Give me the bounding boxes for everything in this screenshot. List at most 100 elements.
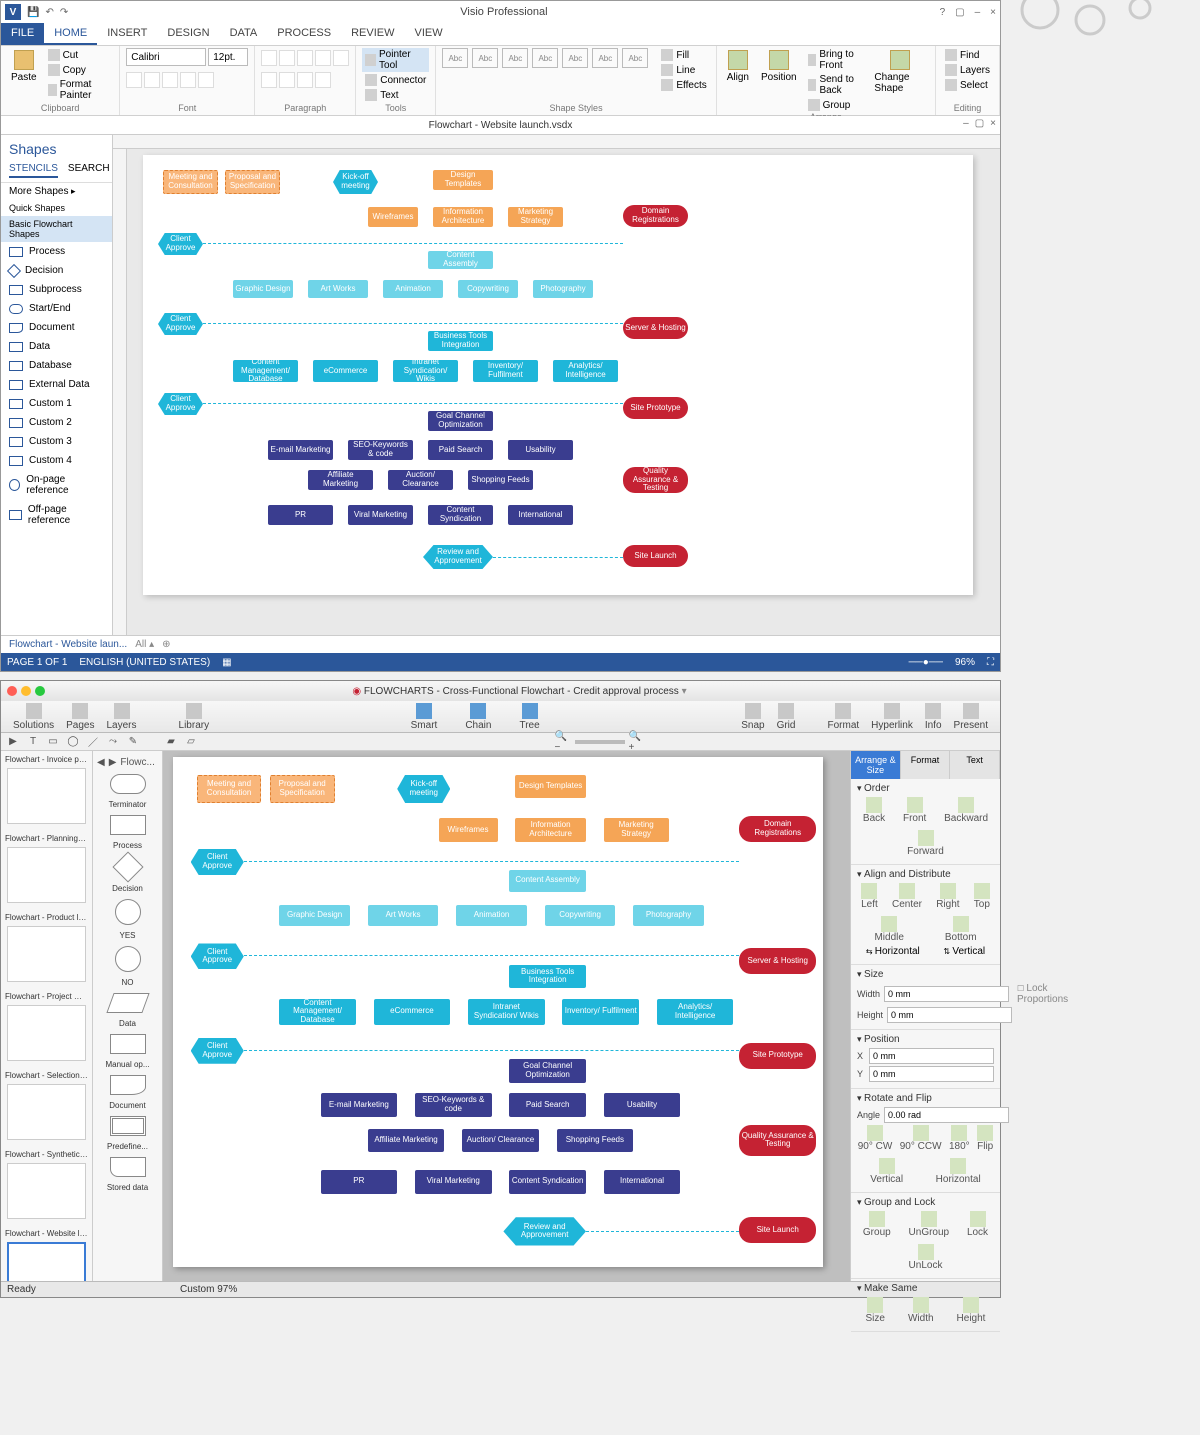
flow-node[interactable]: Photography [633,905,704,926]
same-height-button[interactable]: Height [957,1297,986,1324]
align-middle-button[interactable]: Middle [874,916,903,943]
macro-icon[interactable]: ▦ [222,657,231,668]
angle-input[interactable] [884,1107,1009,1123]
bold-button[interactable] [126,72,142,88]
inspector-tab-format[interactable]: Format [901,751,951,779]
flow-node[interactable]: Auction/ Clearance [388,470,453,490]
inspector-tab-arrange[interactable]: Arrange & Size [851,751,901,779]
flow-node[interactable]: Marketing Strategy [604,818,669,842]
font-color-button[interactable] [198,72,214,88]
flip-v-button[interactable]: Vertical [870,1158,903,1185]
italic-button[interactable] [144,72,160,88]
send-back-button[interactable]: Send to Back [805,73,867,97]
flow-node[interactable]: Design Templates [433,170,493,190]
shape-item[interactable]: On-page reference [1,470,112,500]
align-right-button[interactable] [297,50,313,66]
flow-node[interactable]: International [604,1170,681,1194]
flow-node[interactable]: PR [321,1170,398,1194]
doc-minimize-icon[interactable]: – [963,118,969,129]
align-middle-button[interactable] [333,50,349,66]
flow-node[interactable]: Client Approve [191,1038,244,1064]
flow-node[interactable]: Usability [604,1093,681,1117]
flow-node[interactable]: Intranet Syndication/ Wikis [468,999,545,1025]
flow-node[interactable]: Content Assembly [428,251,493,269]
zoom-out-button[interactable]: 🔍− [555,735,571,749]
flow-node[interactable]: Goal Channel Optimization [509,1059,586,1083]
search-tab[interactable]: SEARCH [68,163,110,178]
shape-item[interactable]: Custom 4 [1,451,112,470]
tab-file[interactable]: FILE [1,23,44,45]
library-shape[interactable] [110,1116,146,1136]
style-swatch[interactable]: Abc [622,48,648,68]
shape-item[interactable]: Custom 2 [1,413,112,432]
lib-back-icon[interactable]: ◀ [97,757,105,768]
ungroup-button[interactable]: UnGroup [909,1211,950,1238]
y-input[interactable] [869,1066,994,1082]
flow-node[interactable]: Affiliate Marketing [368,1129,445,1153]
flow-node[interactable]: Meeting and Consultation [197,775,262,803]
flow-node[interactable]: Goal Channel Optimization [428,411,493,431]
font-name-select[interactable] [126,48,206,66]
flow-node[interactable]: E-mail Marketing [321,1093,398,1117]
zoom-slider[interactable]: ──●── [909,657,943,668]
tab-design[interactable]: DESIGN [157,23,219,45]
font-size-select[interactable] [208,48,248,66]
flow-node[interactable]: eCommerce [313,360,378,382]
bullets-button[interactable] [261,72,277,88]
indent-inc-button[interactable] [297,72,313,88]
page-tab[interactable]: Flowchart - Website laun... [9,639,127,650]
flow-node[interactable]: Server & Hosting [739,948,816,974]
position-button[interactable]: Position [757,48,801,85]
text-tool-button[interactable]: Text [362,88,429,102]
library-shape[interactable] [115,899,141,925]
flow-node[interactable]: Wireframes [368,207,418,227]
flow-node[interactable]: Site Prototype [739,1043,816,1069]
flow-node[interactable]: Design Templates [515,775,586,799]
flow-node[interactable]: PR [268,505,333,525]
flow-node[interactable]: Review and Approvement [503,1217,586,1245]
indent-dec-button[interactable] [279,72,295,88]
flow-node[interactable]: E-mail Marketing [268,440,333,460]
tab-review[interactable]: REVIEW [341,23,404,45]
page-thumbnail[interactable] [7,1084,86,1140]
flow-node[interactable]: Viral Marketing [348,505,413,525]
flow-node[interactable]: Information Architecture [433,207,493,227]
solutions-button[interactable]: Solutions [7,703,60,731]
x-input[interactable] [869,1048,994,1064]
format-button[interactable]: Format [821,703,865,731]
unlock-button[interactable]: UnLock [909,1244,943,1271]
flow-node[interactable]: Viral Marketing [415,1170,492,1194]
same-size-button[interactable]: Size [866,1297,885,1324]
qat-undo-icon[interactable]: ↶ [45,7,53,18]
cd-canvas[interactable]: Meeting and Consultation Proposal and Spe… [163,751,850,1281]
page-thumbnail[interactable] [7,926,86,982]
flow-node[interactable]: Proposal and Specification [270,775,335,803]
underline-button[interactable] [162,72,178,88]
all-tab[interactable]: All ▴ [135,639,154,650]
style-swatch[interactable]: Abc [502,48,528,68]
tab-view[interactable]: VIEW [404,23,452,45]
copy-button[interactable]: Copy [45,63,114,77]
shape-item[interactable]: Document [1,318,112,337]
text-tool[interactable]: T [25,735,41,749]
flow-node[interactable]: Content Assembly [509,870,586,891]
rotate-text-button[interactable] [315,72,331,88]
flow-node[interactable]: Animation [383,280,443,298]
rotate-ccw-button[interactable]: 90° CCW [900,1125,942,1152]
library-shape[interactable] [115,946,141,972]
align-top-button[interactable]: Top [974,883,990,910]
flow-node[interactable]: Inventory/ Fulfilment [562,999,639,1025]
more-shapes-link[interactable]: More Shapes ▸ [1,183,112,200]
align-bottom-button[interactable]: Bottom [945,916,977,943]
flow-node[interactable]: Kick-off meeting [397,775,450,803]
flow-node[interactable]: Client Approve [158,393,203,415]
shape-item[interactable]: External Data [1,375,112,394]
shape-item[interactable]: Decision [1,261,112,280]
flip-h-button[interactable]: Horizontal [936,1158,981,1185]
qat-save-icon[interactable]: 💾 [27,7,39,18]
order-back-button[interactable]: Back [863,797,885,824]
page-thumbnail[interactable] [7,1005,86,1061]
info-button[interactable]: Info [919,703,948,731]
zoom-button[interactable] [35,686,45,696]
flow-node[interactable]: Meeting and Consultation [163,170,218,194]
